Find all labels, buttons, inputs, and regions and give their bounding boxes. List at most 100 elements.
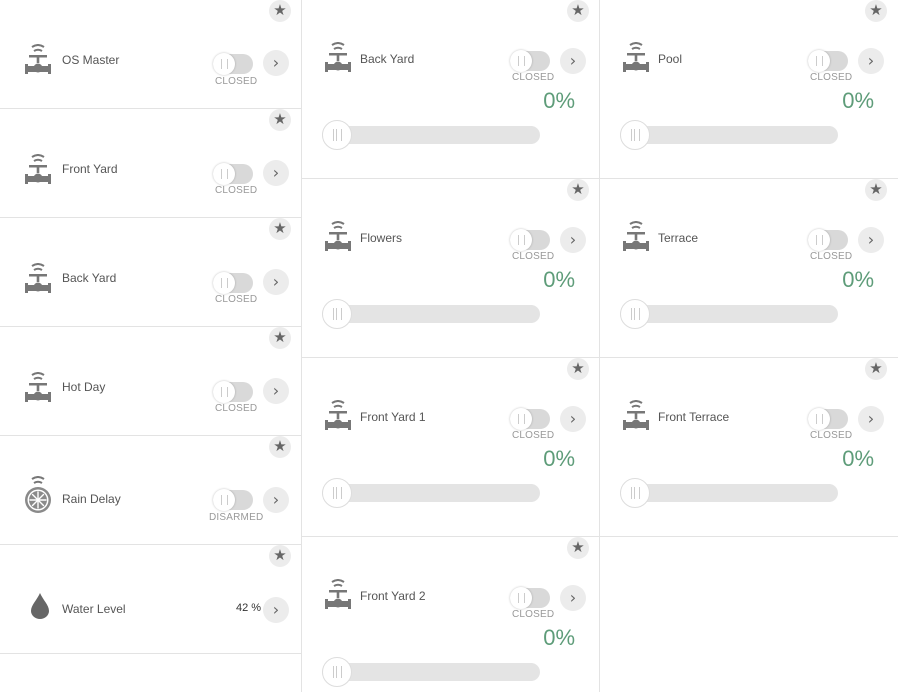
zone-name: Front Yard 1 [360, 410, 426, 424]
chevron-right-icon[interactable]: › [263, 487, 289, 513]
water-drop-icon [31, 593, 49, 619]
chevron-right-icon[interactable]: › [560, 227, 586, 253]
device-back-yard: ★ Back Yard CLOSED › [0, 218, 301, 327]
star-icon[interactable]: ★ [865, 0, 887, 22]
slider-thumb[interactable] [322, 299, 352, 329]
star-icon[interactable]: ★ [567, 358, 589, 380]
star-icon[interactable]: ★ [567, 537, 589, 559]
zone-name: Terrace [658, 231, 699, 245]
zone-percent: 0% [543, 625, 575, 650]
valve-icon [324, 400, 352, 431]
valve-toggle[interactable] [213, 381, 253, 403]
zone-level-slider[interactable] [322, 657, 540, 687]
zone-percent: 0% [543, 267, 575, 292]
zone-level-slider[interactable] [322, 299, 540, 329]
state-label: CLOSED [810, 72, 853, 83]
state-label: CLOSED [512, 430, 555, 441]
zone-level-slider[interactable] [620, 120, 838, 150]
valve-icon [24, 44, 52, 75]
zone-level-slider[interactable] [322, 478, 540, 508]
valve-toggle[interactable] [808, 50, 848, 72]
valve-toggle[interactable] [510, 408, 550, 430]
zone-tile: ★ Back Yard CLOSED › 0% [302, 0, 600, 179]
valve-icon [622, 400, 650, 431]
star-icon[interactable]: ★ [865, 358, 887, 380]
device-front-yard: ★ Front Yard CLOSED › [0, 109, 301, 218]
zone-name: Flowers [360, 231, 403, 245]
state-label: CLOSED [512, 251, 555, 262]
chevron-right-icon[interactable]: › [560, 406, 586, 432]
state-label: CLOSED [512, 72, 555, 83]
valve-icon [324, 579, 352, 610]
slider-thumb[interactable] [322, 478, 352, 508]
state-label: CLOSED [215, 403, 258, 414]
chevron-right-icon[interactable]: › [263, 378, 289, 404]
slider-thumb[interactable] [620, 478, 650, 508]
zone-tile: ★ Flowers CLOSED › 0% [302, 179, 600, 358]
rain-delay-icon [25, 476, 51, 513]
device-name: OS Master [62, 53, 120, 67]
valve-icon [622, 221, 650, 252]
zone-tile: ★ Front Yard 1 CLOSED › 0% [302, 358, 600, 537]
chevron-right-icon[interactable]: › [263, 269, 289, 295]
zone-level-slider[interactable] [620, 299, 838, 329]
zone-tile: ★ Front Yard 2 CLOSED › 0% [302, 537, 600, 692]
zone-level-slider[interactable] [322, 120, 540, 150]
device-os-master: ★ OS Master CLOSED › [0, 0, 301, 109]
star-icon[interactable]: ★ [269, 218, 291, 240]
valve-toggle[interactable] [510, 587, 550, 609]
valve-toggle[interactable] [213, 53, 253, 75]
zone-name: Front Yard 2 [360, 589, 426, 603]
valve-icon [622, 42, 650, 73]
zone-percent: 0% [842, 446, 874, 471]
zone-tile: ★ Terrace CLOSED › 0% [600, 179, 898, 358]
zone-level-slider[interactable] [620, 478, 838, 508]
state-label: CLOSED [810, 251, 853, 262]
star-icon[interactable]: ★ [269, 109, 291, 131]
slider-thumb[interactable] [322, 120, 352, 150]
valve-toggle[interactable] [213, 163, 253, 185]
valve-icon [324, 42, 352, 73]
slider-thumb[interactable] [620, 120, 650, 150]
valve-toggle[interactable] [510, 229, 550, 251]
valve-toggle[interactable] [213, 272, 253, 294]
star-icon[interactable]: ★ [269, 436, 291, 458]
valve-toggle[interactable] [808, 408, 848, 430]
zone-name: Front Terrace [658, 410, 730, 424]
star-icon[interactable]: ★ [567, 0, 589, 22]
device-water-level: ★ Water Level 42 % › [0, 545, 301, 654]
zone-percent: 0% [842, 88, 874, 113]
zone-name: Back Yard [360, 52, 415, 66]
zone-percent: 0% [842, 267, 874, 292]
star-icon[interactable]: ★ [567, 179, 589, 201]
device-name: Water Level [62, 602, 126, 616]
valve-icon [24, 263, 52, 294]
zone-percent: 0% [543, 446, 575, 471]
slider-thumb[interactable] [322, 657, 352, 687]
state-label: DISARMED [209, 512, 264, 523]
chevron-right-icon[interactable]: › [858, 227, 884, 253]
chevron-right-icon[interactable]: › [560, 585, 586, 611]
device-name: Back Yard [62, 271, 117, 285]
star-icon[interactable]: ★ [269, 0, 291, 22]
state-label: CLOSED [215, 76, 258, 87]
star-icon[interactable]: ★ [865, 179, 887, 201]
star-icon[interactable]: ★ [269, 327, 291, 349]
valve-toggle[interactable] [808, 229, 848, 251]
chevron-right-icon[interactable]: › [560, 48, 586, 74]
star-icon[interactable]: ★ [269, 545, 291, 567]
chevron-right-icon[interactable]: › [263, 50, 289, 76]
zone-tile: ★ Pool CLOSED › 0% [600, 0, 898, 179]
chevron-right-icon[interactable]: › [263, 160, 289, 186]
device-name: Hot Day [62, 380, 106, 394]
chevron-right-icon[interactable]: › [858, 48, 884, 74]
chevron-right-icon[interactable]: › [263, 597, 289, 623]
arm-toggle[interactable] [213, 489, 253, 511]
state-label: CLOSED [215, 294, 258, 305]
valve-toggle[interactable] [510, 50, 550, 72]
slider-thumb[interactable] [620, 299, 650, 329]
sidebar-panel: ★ OS Master CLOSED › ★ Front Yard CLOSED… [0, 0, 302, 692]
valve-icon [24, 372, 52, 403]
state-label: CLOSED [810, 430, 853, 441]
chevron-right-icon[interactable]: › [858, 406, 884, 432]
